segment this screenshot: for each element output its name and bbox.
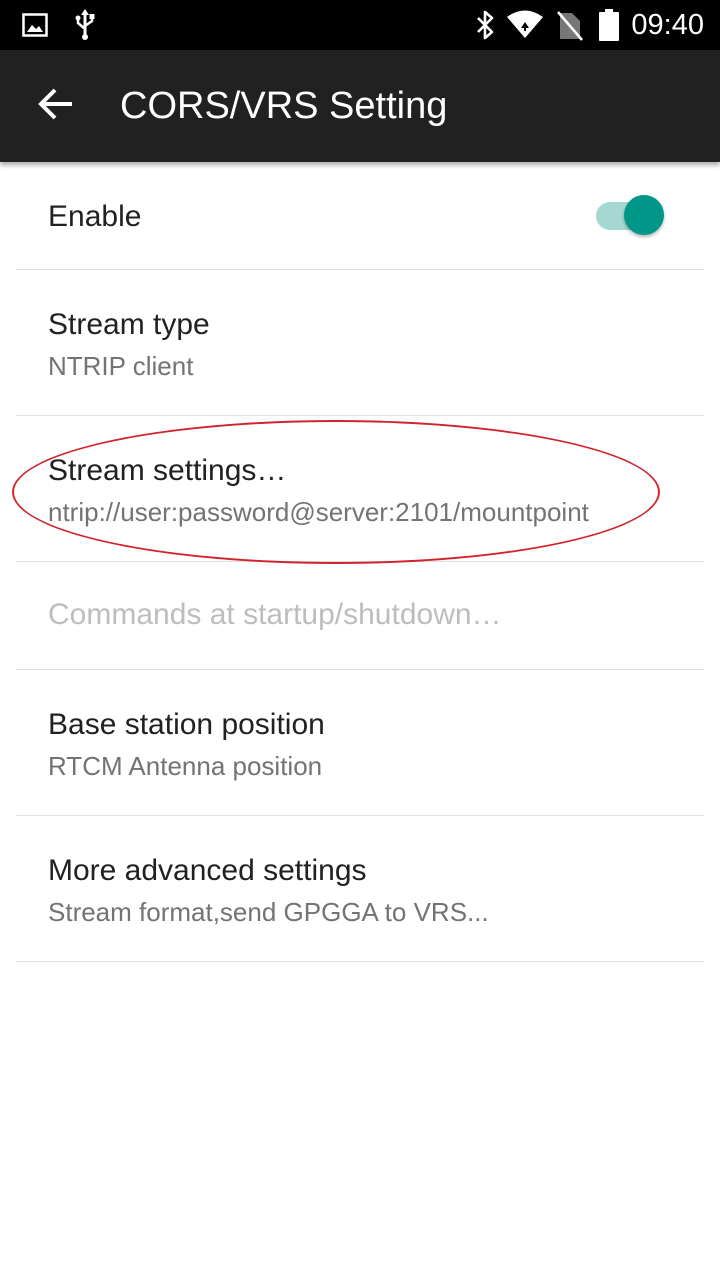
- enable-switch[interactable]: [594, 194, 666, 236]
- pref-enable[interactable]: Enable: [16, 162, 704, 270]
- app-bar: CORS/VRS Setting: [0, 50, 720, 162]
- pref-advanced-summary: Stream format,send GPGGA to VRS...: [48, 897, 489, 927]
- wifi-icon: [506, 0, 544, 50]
- back-button[interactable]: [24, 74, 88, 138]
- status-bar: 09:40: [0, 0, 720, 50]
- pref-stream-settings-summary: ntrip://user:password@server:2101/mountp…: [48, 497, 589, 527]
- pref-advanced-title: More advanced settings: [48, 854, 367, 887]
- pref-stream-type-title: Stream type: [48, 308, 210, 341]
- pref-base-station[interactable]: Base station position RTCM Antenna posit…: [16, 670, 704, 816]
- switch-thumb: [624, 195, 664, 235]
- pref-commands: Commands at startup/shutdown…: [16, 562, 704, 670]
- pref-base-station-title: Base station position: [48, 708, 325, 741]
- pref-stream-settings-title: Stream settings…: [48, 454, 287, 487]
- usb-icon: [74, 0, 96, 50]
- bluetooth-icon: [474, 0, 496, 50]
- clock: 09:40: [631, 9, 704, 41]
- pref-advanced[interactable]: More advanced settings Stream format,sen…: [16, 816, 704, 962]
- pref-base-station-summary: RTCM Antenna position: [48, 751, 323, 781]
- pref-stream-type-summary: NTRIP client: [48, 351, 194, 381]
- image-notification-icon: [22, 0, 48, 50]
- page-title: CORS/VRS Setting: [120, 85, 448, 127]
- pref-stream-settings[interactable]: Stream settings… ntrip://user:password@s…: [16, 416, 704, 562]
- preference-list: Enable Stream type NTRIP client Stream s…: [0, 162, 720, 962]
- pref-stream-type[interactable]: Stream type NTRIP client: [16, 270, 704, 416]
- arrow-back-icon: [38, 86, 74, 127]
- pref-commands-title: Commands at startup/shutdown…: [48, 598, 502, 631]
- pref-enable-title: Enable: [48, 200, 142, 233]
- battery-icon: [598, 0, 620, 50]
- no-sim-icon: [556, 0, 584, 50]
